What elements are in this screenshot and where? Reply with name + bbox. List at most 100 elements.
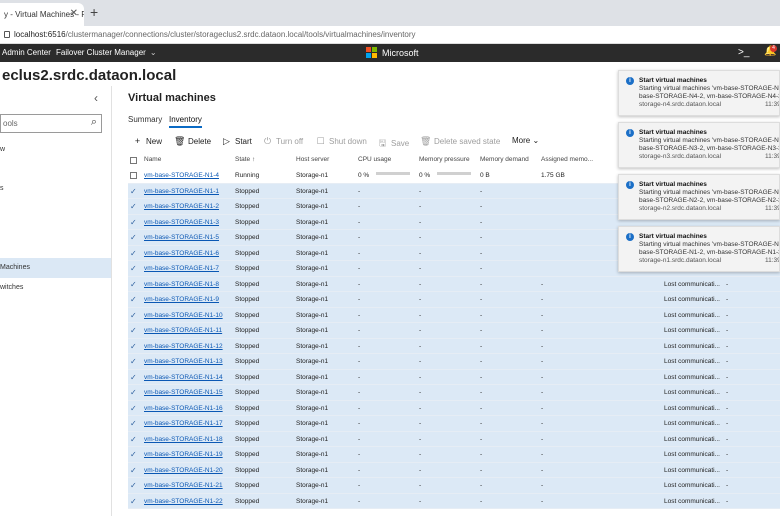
row-name[interactable]: vm-base-STORAGE-N1-15 (144, 389, 223, 396)
start-button[interactable]: ▷ Start (221, 136, 252, 147)
sidebar-item-disks[interactable]: s (0, 179, 111, 199)
check-icon[interactable]: ✓ (130, 373, 137, 382)
sidebar-item-overview[interactable]: w (0, 140, 111, 160)
tab-inventory[interactable]: Inventory (169, 115, 202, 128)
table-row[interactable]: ✓ vm-base-STORAGE-N1-16 Stopped Storage-n1 -… (128, 400, 780, 416)
search-icon[interactable]: ⌕ (91, 116, 97, 129)
row-name[interactable]: vm-base-STORAGE-N1-2 (144, 203, 219, 210)
table-row[interactable]: ✓ vm-base-STORAGE-N1-19 Stopped Storage-n1 -… (128, 447, 780, 463)
powershell-icon[interactable]: >_ (738, 47, 749, 58)
check-icon[interactable]: ✓ (130, 311, 137, 320)
notification-toast[interactable]: i Start virtual machines Starting virtual … (618, 226, 780, 272)
sidebar-item-virtual-switches[interactable]: witches (0, 278, 111, 298)
column-state[interactable]: State ↑ (235, 156, 255, 163)
collapse-sidebar-icon[interactable]: ‹ (94, 91, 98, 105)
row-name[interactable]: vm-base-STORAGE-N1-5 (144, 234, 219, 241)
url-field[interactable]: localhost:6516/clustermanager/connection… (0, 27, 780, 43)
row-name[interactable]: vm-base-STORAGE-N1-6 (144, 250, 219, 257)
notification-toast[interactable]: i Start virtual machines Starting virtual … (618, 122, 780, 168)
tool-switcher[interactable]: Failover Cluster Manager ⌄ (56, 48, 157, 57)
check-icon[interactable]: ✓ (130, 342, 137, 351)
row-name[interactable]: vm-base-STORAGE-N1-20 (144, 467, 223, 474)
delete-button[interactable]: 🗑 Delete (174, 136, 211, 147)
check-icon[interactable]: ✓ (130, 264, 137, 273)
memory-pressure-bar (437, 172, 471, 175)
row-name[interactable]: vm-base-STORAGE-N1-12 (144, 343, 223, 350)
info-icon: i (626, 77, 634, 85)
row-name[interactable]: vm-base-STORAGE-N1-10 (144, 312, 223, 319)
column-name[interactable]: Name (144, 156, 161, 163)
row-name[interactable]: vm-base-STORAGE-N1-19 (144, 451, 223, 458)
more-button[interactable]: More ⌄ (512, 136, 539, 145)
check-icon[interactable]: ✓ (130, 435, 137, 444)
table-row[interactable]: ✓ vm-base-STORAGE-N1-14 Stopped Storage-n1 -… (128, 369, 780, 385)
save-button[interactable]: 🖫 Save (377, 136, 410, 152)
check-icon[interactable]: ✓ (130, 466, 137, 475)
sidebar-item-blank-1[interactable] (0, 218, 111, 238)
check-icon[interactable]: ✓ (130, 295, 137, 304)
row-name[interactable]: vm-base-STORAGE-N1-22 (144, 498, 223, 505)
notification-toast[interactable]: i Start virtual machines Starting virtual … (618, 70, 780, 116)
table-row[interactable]: ✓ vm-base-STORAGE-N1-10 Stopped Storage-n1 -… (128, 307, 780, 323)
check-icon[interactable]: ✓ (130, 233, 137, 242)
table-row[interactable]: ✓ vm-base-STORAGE-N1-17 Stopped Storage-n1 -… (128, 416, 780, 432)
app-name[interactable]: Admin Center (2, 48, 51, 57)
check-icon[interactable]: ✓ (130, 249, 137, 258)
check-icon[interactable]: ✓ (130, 419, 137, 428)
column-memory-pressure[interactable]: Memory pressure (419, 156, 470, 163)
row-name[interactable]: vm-base-STORAGE-N1-9 (144, 296, 219, 303)
check-icon[interactable]: ✓ (130, 202, 137, 211)
table-row[interactable]: ✓ vm-base-STORAGE-N1-20 Stopped Storage-n1 -… (128, 462, 780, 478)
row-name[interactable]: vm-base-STORAGE-N1-11 (144, 327, 222, 334)
column-memory-demand[interactable]: Memory demand (480, 156, 529, 163)
sidebar-item-blank-2[interactable] (0, 238, 111, 258)
row-checkbox[interactable] (130, 172, 137, 179)
table-row[interactable]: ✓ vm-base-STORAGE-N1-15 Stopped Storage-n1 -… (128, 385, 780, 401)
column-host[interactable]: Host server (296, 156, 329, 163)
row-name[interactable]: vm-base-STORAGE-N1-13 (144, 358, 223, 365)
row-name[interactable]: vm-base-STORAGE-N1-4 (144, 172, 219, 179)
table-row[interactable]: ✓ vm-base-STORAGE-N1-12 Stopped Storage-n1 -… (128, 338, 780, 354)
check-icon[interactable]: ✓ (130, 497, 137, 506)
row-name[interactable]: vm-base-STORAGE-N1-21 (144, 482, 223, 489)
check-icon[interactable]: ✓ (130, 357, 137, 366)
table-row[interactable]: ✓ vm-base-STORAGE-N1-21 Stopped Storage-n1 -… (128, 478, 780, 494)
row-name[interactable]: vm-base-STORAGE-N1-7 (144, 265, 219, 272)
column-cpu[interactable]: CPU usage (358, 156, 391, 163)
table-row[interactable]: ✓ vm-base-STORAGE-N1-18 Stopped Storage-n1 -… (128, 431, 780, 447)
row-name[interactable]: vm-base-STORAGE-N1-17 (144, 420, 223, 427)
sidebar-item-virtual-machines[interactable]: Machines (0, 258, 111, 278)
row-host: Storage-n1 (296, 389, 329, 396)
check-icon[interactable]: ✓ (130, 326, 137, 335)
table-row[interactable]: ✓ vm-base-STORAGE-N1-11 Stopped Storage-n1 -… (128, 323, 780, 339)
row-name[interactable]: vm-base-STORAGE-N1-18 (144, 436, 223, 443)
check-icon[interactable]: ✓ (130, 481, 137, 490)
row-name[interactable]: vm-base-STORAGE-N1-16 (144, 405, 223, 412)
check-icon[interactable]: ✓ (130, 450, 137, 459)
shut-down-button[interactable]: ☐ Shut down (315, 136, 366, 147)
select-all-checkbox[interactable] (130, 157, 137, 164)
row-name[interactable]: vm-base-STORAGE-N1-8 (144, 281, 219, 288)
row-name[interactable]: vm-base-STORAGE-N1-14 (144, 374, 223, 381)
check-icon[interactable]: ✓ (130, 280, 137, 289)
turn-off-button[interactable]: ⏻ Turn off (262, 136, 303, 147)
table-row[interactable]: ✓ vm-base-STORAGE-N1-9 Stopped Storage-n1 - -… (128, 292, 780, 308)
new-button[interactable]: + New (132, 136, 162, 146)
check-icon[interactable]: ✓ (130, 187, 137, 196)
check-icon[interactable]: ✓ (130, 218, 137, 227)
table-row[interactable]: ✓ vm-base-STORAGE-N1-8 Stopped Storage-n1 - -… (128, 276, 780, 292)
close-tab-icon[interactable]: ✕ (70, 8, 78, 19)
tab-summary[interactable]: Summary (128, 115, 162, 124)
table-row[interactable]: ✓ vm-base-STORAGE-N1-22 Stopped Storage-n1 -… (128, 493, 780, 509)
check-icon[interactable]: ✓ (130, 404, 137, 413)
row-name[interactable]: vm-base-STORAGE-N1-3 (144, 219, 219, 226)
notification-toast[interactable]: i Start virtual machines Starting virtual … (618, 174, 780, 220)
tools-search-input[interactable]: ools ⌕ (0, 114, 102, 133)
browser-tab[interactable]: y - Virtual Machines - Fa ✕ (0, 3, 84, 26)
column-assigned-memory[interactable]: Assigned memo... (541, 156, 593, 163)
check-icon[interactable]: ✓ (130, 388, 137, 397)
row-name[interactable]: vm-base-STORAGE-N1-1 (144, 188, 219, 195)
new-tab-button[interactable]: + (90, 4, 98, 20)
delete-saved-state-button[interactable]: 🗑 Delete saved state (420, 136, 500, 147)
table-row[interactable]: ✓ vm-base-STORAGE-N1-13 Stopped Storage-n1 -… (128, 354, 780, 370)
